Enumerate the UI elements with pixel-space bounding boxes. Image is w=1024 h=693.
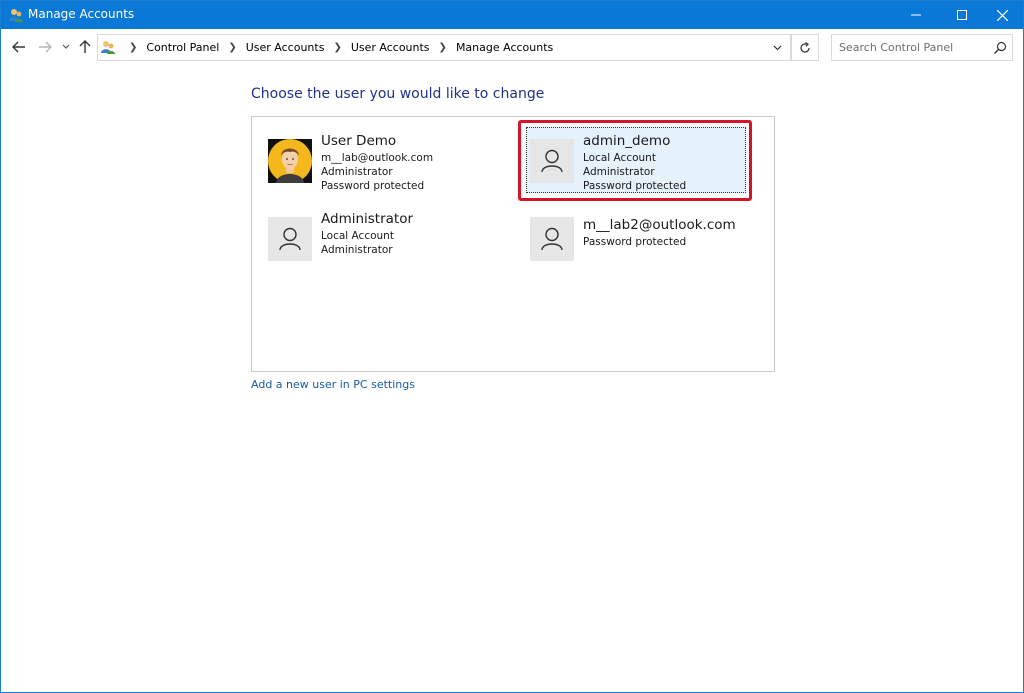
account-tile-administrator[interactable]: Administrator Local Account Administrato… (268, 211, 493, 283)
account-role: Administrator (321, 244, 393, 256)
breadcrumb-control-panel[interactable]: Control Panel (146, 41, 219, 54)
add-new-user-link[interactable]: Add a new user in PC settings (251, 378, 415, 391)
page-title: Choose the user you would like to change (251, 86, 545, 102)
arrow-right-icon (39, 41, 52, 53)
maximize-icon (957, 10, 967, 20)
accounts-list: User Demo m__lab@outlook.com Administrat… (251, 116, 775, 372)
minimize-button[interactable] (893, 1, 939, 29)
chevron-down-icon (773, 45, 781, 50)
account-name: Administrator (321, 211, 414, 227)
chevron-right-icon[interactable]: ❯ (439, 42, 447, 53)
account-type: Local Account (583, 152, 656, 164)
breadcrumb-user-accounts[interactable]: User Accounts (246, 41, 325, 54)
address-history-button[interactable] (764, 35, 790, 60)
breadcrumb-user-accounts-sub[interactable]: User Accounts (351, 41, 430, 54)
account-role: Administrator (583, 166, 655, 178)
back-button[interactable] (10, 38, 28, 56)
forward-button[interactable] (36, 38, 54, 56)
account-tile-lab2[interactable]: m__lab2@outlook.com Password protected (530, 217, 755, 289)
navigation-bar: ❯ Control Panel ❯ User Accounts ❯ User A… (1, 29, 1023, 65)
account-email: m__lab@outlook.com (321, 152, 434, 164)
arrow-up-icon (79, 40, 91, 53)
account-name: admin_demo (583, 133, 671, 149)
user-icon (268, 217, 312, 261)
minimize-icon (911, 14, 921, 16)
user-accounts-icon (8, 7, 24, 23)
title-bar[interactable]: Manage Accounts (1, 1, 1023, 29)
user-icon (530, 217, 574, 261)
search-placeholder: Search Control Panel (839, 41, 954, 54)
breadcrumb: ❯ Control Panel ❯ User Accounts ❯ User A… (120, 35, 553, 60)
window-title: Manage Accounts (28, 7, 135, 21)
user-photo-avatar (268, 139, 312, 183)
chevron-down-icon (62, 44, 70, 49)
control-panel-icon (100, 39, 116, 55)
address-bar[interactable]: ❯ Control Panel ❯ User Accounts ❯ User A… (97, 34, 791, 61)
search-icon[interactable] (993, 40, 1007, 54)
refresh-icon (800, 41, 810, 53)
account-type: Local Account (321, 230, 394, 242)
chevron-right-icon[interactable]: ❯ (228, 42, 236, 53)
account-protection: Password protected (583, 236, 687, 248)
account-name: User Demo (321, 133, 397, 149)
chevron-right-icon[interactable]: ❯ (129, 42, 137, 53)
recent-locations-button[interactable] (59, 38, 73, 56)
up-button[interactable] (76, 38, 94, 56)
manage-accounts-window: Manage Accounts ❯ Control Panel ❯ User A… (0, 0, 1024, 693)
account-protection: Password protected (321, 180, 425, 192)
chevron-right-icon[interactable]: ❯ (333, 42, 341, 53)
close-icon (996, 9, 1008, 21)
refresh-button[interactable] (791, 34, 819, 61)
search-field[interactable]: Search Control Panel (831, 34, 1013, 61)
account-tile-user-demo[interactable]: User Demo m__lab@outlook.com Administrat… (268, 133, 493, 205)
close-button[interactable] (979, 1, 1024, 29)
account-protection: Password protected (583, 180, 687, 192)
breadcrumb-manage-accounts[interactable]: Manage Accounts (456, 41, 553, 54)
account-type: Administrator (321, 166, 393, 178)
user-icon (530, 139, 574, 183)
account-name: m__lab2@outlook.com (583, 217, 736, 233)
arrow-left-icon (12, 41, 25, 53)
account-tile-admin-demo[interactable]: admin_demo Local Account Administrator P… (526, 127, 755, 205)
